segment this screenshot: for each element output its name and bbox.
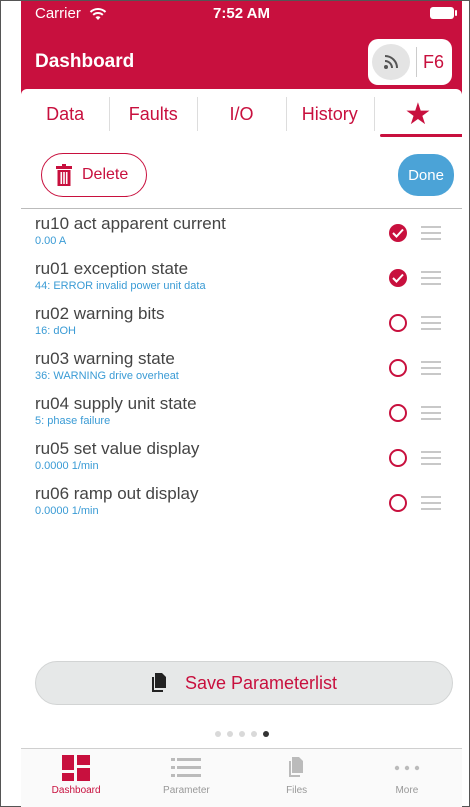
drag-handle-icon[interactable]	[421, 269, 441, 285]
select-checkbox-unchecked[interactable]	[389, 404, 407, 422]
parameter-value: 16: dOH	[35, 325, 76, 337]
select-checkbox-unchecked[interactable]	[389, 314, 407, 332]
list-item[interactable]: ru06 ramp out display 0.0000 1/min	[21, 481, 462, 526]
page-dot	[226, 731, 233, 737]
app-screen: Carrier 7:52 AM Dashboard F6 Data Faults…	[21, 1, 462, 807]
delete-label: Delete	[82, 166, 129, 183]
list-item[interactable]: ru01 exception state 44: ERROR invalid p…	[21, 256, 462, 301]
checkmark-icon	[392, 228, 404, 238]
bottom-tab-label: More	[395, 785, 419, 796]
device-frame: Carrier 7:52 AM Dashboard F6 Data Faults…	[0, 0, 470, 807]
select-checkbox-checked[interactable]	[389, 269, 407, 287]
select-checkbox-unchecked[interactable]	[389, 359, 407, 377]
parameter-value: 0.00 A	[35, 235, 67, 247]
save-button-label: Save Parameterlist	[184, 672, 338, 693]
save-parameterlist-button[interactable]: Save Parameterlist	[35, 661, 453, 705]
bottom-tab-bar: Dashboard Parameter Files More	[21, 748, 462, 807]
page-dot-active	[262, 731, 269, 737]
edit-toolbar: Delete Done	[21, 139, 462, 209]
drag-handle-icon[interactable]	[421, 224, 441, 240]
drag-handle-icon[interactable]	[421, 494, 441, 510]
page-dot	[250, 731, 257, 737]
nfc-icon	[384, 55, 398, 69]
parameter-value: 5: phase failure	[35, 415, 111, 427]
done-button[interactable]: Done	[398, 154, 454, 196]
device-connection-group: F6	[368, 39, 452, 85]
bottom-tab-files[interactable]: Files	[242, 749, 352, 807]
drag-handle-icon[interactable]	[421, 314, 441, 330]
page-title: Dashboard	[35, 51, 135, 72]
drag-handle-icon[interactable]	[421, 449, 441, 465]
parameter-value: 0.0000 1/min	[35, 460, 99, 472]
delete-button[interactable]: Delete	[41, 153, 147, 197]
bottom-tab-label: Files	[286, 785, 308, 796]
parameter-name: ru02 warning bits	[35, 304, 165, 323]
tab-faults[interactable]: Faults	[109, 89, 197, 139]
battery-icon	[430, 7, 457, 19]
page-indicator[interactable]	[21, 731, 462, 737]
parameter-name: ru04 supply unit state	[35, 394, 197, 413]
divider	[21, 208, 462, 209]
select-checkbox-checked[interactable]	[389, 224, 407, 242]
list-item[interactable]: ru04 supply unit state 5: phase failure	[21, 391, 462, 436]
parameter-name: ru10 act apparent current	[35, 214, 226, 233]
more-icon	[394, 755, 420, 781]
list-item[interactable]: ru10 act apparent current 0.00 A	[21, 211, 462, 256]
page-dot	[238, 731, 245, 737]
drag-handle-icon[interactable]	[421, 359, 441, 375]
bottom-tab-dashboard[interactable]: Dashboard	[21, 749, 131, 807]
clock: 7:52 AM	[213, 5, 270, 22]
tab-history[interactable]: History	[285, 89, 374, 139]
select-checkbox-unchecked[interactable]	[389, 494, 407, 512]
checkmark-icon	[392, 273, 404, 283]
select-checkbox-unchecked[interactable]	[389, 449, 407, 467]
list-item[interactable]: ru02 warning bits 16: dOH	[21, 301, 462, 346]
tab-io[interactable]: I/O	[197, 89, 285, 139]
tab-bar: Data Faults I/O History ★	[21, 89, 462, 139]
document-copy-icon	[151, 673, 169, 693]
nfc-button[interactable]	[372, 44, 410, 80]
files-icon	[288, 755, 306, 781]
bottom-tab-parameter[interactable]: Parameter	[131, 749, 241, 807]
device-f6-button[interactable]: F6	[423, 52, 444, 73]
parameter-name: ru06 ramp out display	[35, 484, 199, 503]
bottom-tab-label: Dashboard	[51, 785, 101, 796]
list-item[interactable]: ru03 warning state 36: WARNING drive ove…	[21, 346, 462, 391]
header-divider	[416, 47, 417, 77]
parameter-name: ru05 set value display	[35, 439, 200, 458]
dashboard-icon	[62, 755, 91, 781]
tab-favorites-star-icon[interactable]: ★	[373, 89, 462, 139]
page-dot	[214, 731, 221, 737]
drag-handle-icon[interactable]	[421, 404, 441, 420]
list-icon	[171, 755, 202, 781]
bottom-tab-label: Parameter	[163, 785, 210, 796]
parameter-value: 36: WARNING drive overheat	[35, 370, 179, 382]
parameter-value: 0.0000 1/min	[35, 505, 99, 517]
bottom-tab-more[interactable]: More	[352, 749, 462, 807]
parameter-name: ru03 warning state	[35, 349, 175, 368]
status-bar: Carrier 7:52 AM	[21, 1, 462, 33]
parameter-value: 44: ERROR invalid power unit data	[35, 280, 206, 292]
trash-icon	[56, 164, 72, 186]
parameter-name: ru01 exception state	[35, 259, 189, 278]
list-item[interactable]: ru05 set value display 0.0000 1/min	[21, 436, 462, 481]
favorites-list: ru10 act apparent current 0.00 A ru01 ex…	[21, 211, 462, 526]
tab-data[interactable]: Data	[21, 89, 109, 139]
